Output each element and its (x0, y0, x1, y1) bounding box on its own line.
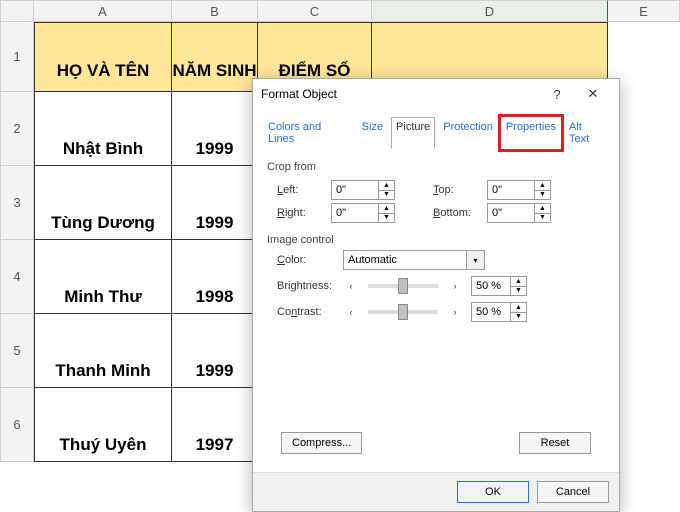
dialog-titlebar[interactable]: Format Object ? ✕ (253, 79, 619, 109)
brightness-thumb[interactable] (398, 278, 408, 294)
brightness-incr[interactable]: › (448, 277, 462, 295)
crop-right-input[interactable] (331, 203, 379, 223)
col-header-d[interactable]: D (372, 0, 608, 22)
crop-left-label: Left: (277, 184, 323, 196)
dialog-tabs: Colors and Lines Size Picture Protection… (253, 109, 619, 149)
tab-properties[interactable]: Properties (501, 117, 561, 149)
crop-from-label: Crop from (267, 161, 605, 173)
crop-left-input[interactable] (331, 180, 379, 200)
cell-a3[interactable]: Tùng Dương (34, 166, 172, 240)
cell-b4[interactable]: 1998 (172, 240, 258, 314)
cell-a6[interactable]: Thuý Uyên (34, 388, 172, 462)
cell-b5[interactable]: 1999 (172, 314, 258, 388)
color-select[interactable] (343, 250, 467, 270)
crop-bottom-input[interactable] (487, 203, 535, 223)
compress-button[interactable]: Compress... (281, 432, 362, 454)
header-cell-year[interactable]: NĂM SINH (172, 22, 258, 92)
crop-left-spinner[interactable]: ▲▼ (379, 180, 395, 200)
crop-top-spinner[interactable]: ▲▼ (535, 180, 551, 200)
reset-button[interactable]: Reset (519, 432, 591, 454)
cell-b6[interactable]: 1997 (172, 388, 258, 462)
crop-top-label: Top: (433, 184, 479, 196)
row-header-6[interactable]: 6 (0, 388, 34, 462)
crop-bottom-spinner[interactable]: ▲▼ (535, 203, 551, 223)
cell-a2[interactable]: Nhật Bình (34, 92, 172, 166)
select-all-corner[interactable] (0, 0, 34, 22)
color-label: Color: (277, 254, 335, 266)
cell-a4[interactable]: Minh Thư (34, 240, 172, 314)
contrast-thumb[interactable] (398, 304, 408, 320)
tab-alt-text[interactable]: Alt Text (564, 117, 609, 149)
help-button[interactable]: ? (539, 81, 575, 107)
col-header-c[interactable]: C (258, 0, 372, 22)
format-object-dialog: Format Object ? ✕ Colors and Lines Size … (252, 78, 620, 512)
cell-a5[interactable]: Thanh Minh (34, 314, 172, 388)
contrast-spinner[interactable]: ▲▼ (511, 302, 527, 322)
contrast-decr[interactable]: ‹ (344, 303, 358, 321)
row-header-3[interactable]: 3 (0, 166, 34, 240)
cell-b3[interactable]: 1999 (172, 166, 258, 240)
col-header-b[interactable]: B (172, 0, 258, 22)
crop-bottom-label: Bottom: (433, 207, 479, 219)
col-header-a[interactable]: A (34, 0, 172, 22)
brightness-label: Brightness: (277, 280, 335, 292)
contrast-input[interactable] (471, 302, 511, 322)
crop-top-input[interactable] (487, 180, 535, 200)
row-header-5[interactable]: 5 (0, 314, 34, 388)
col-header-e[interactable]: E (608, 0, 680, 22)
contrast-incr[interactable]: › (448, 303, 462, 321)
tab-protection[interactable]: Protection (438, 117, 498, 149)
contrast-slider[interactable]: ‹ › (343, 303, 463, 321)
dialog-title: Format Object (261, 87, 539, 101)
brightness-slider[interactable]: ‹ › (343, 277, 463, 295)
tab-size[interactable]: Size (357, 117, 388, 149)
crop-right-label: Right: (277, 207, 323, 219)
row-header-4[interactable]: 4 (0, 240, 34, 314)
contrast-label: Contrast: (277, 306, 335, 318)
image-control-label: Image control (267, 234, 605, 246)
color-dropdown-arrow[interactable]: ▾ (467, 250, 485, 270)
tab-colors-lines[interactable]: Colors and Lines (263, 117, 354, 149)
brightness-input[interactable] (471, 276, 511, 296)
crop-right-spinner[interactable]: ▲▼ (379, 203, 395, 223)
close-button[interactable]: ✕ (575, 81, 611, 107)
cell-b2[interactable]: 1999 (172, 92, 258, 166)
brightness-decr[interactable]: ‹ (344, 277, 358, 295)
tab-picture[interactable]: Picture (391, 117, 435, 149)
row-header-2[interactable]: 2 (0, 92, 34, 166)
brightness-spinner[interactable]: ▲▼ (511, 276, 527, 296)
row-header-1[interactable]: 1 (0, 22, 34, 92)
header-cell-name[interactable]: HỌ VÀ TÊN (34, 22, 172, 92)
